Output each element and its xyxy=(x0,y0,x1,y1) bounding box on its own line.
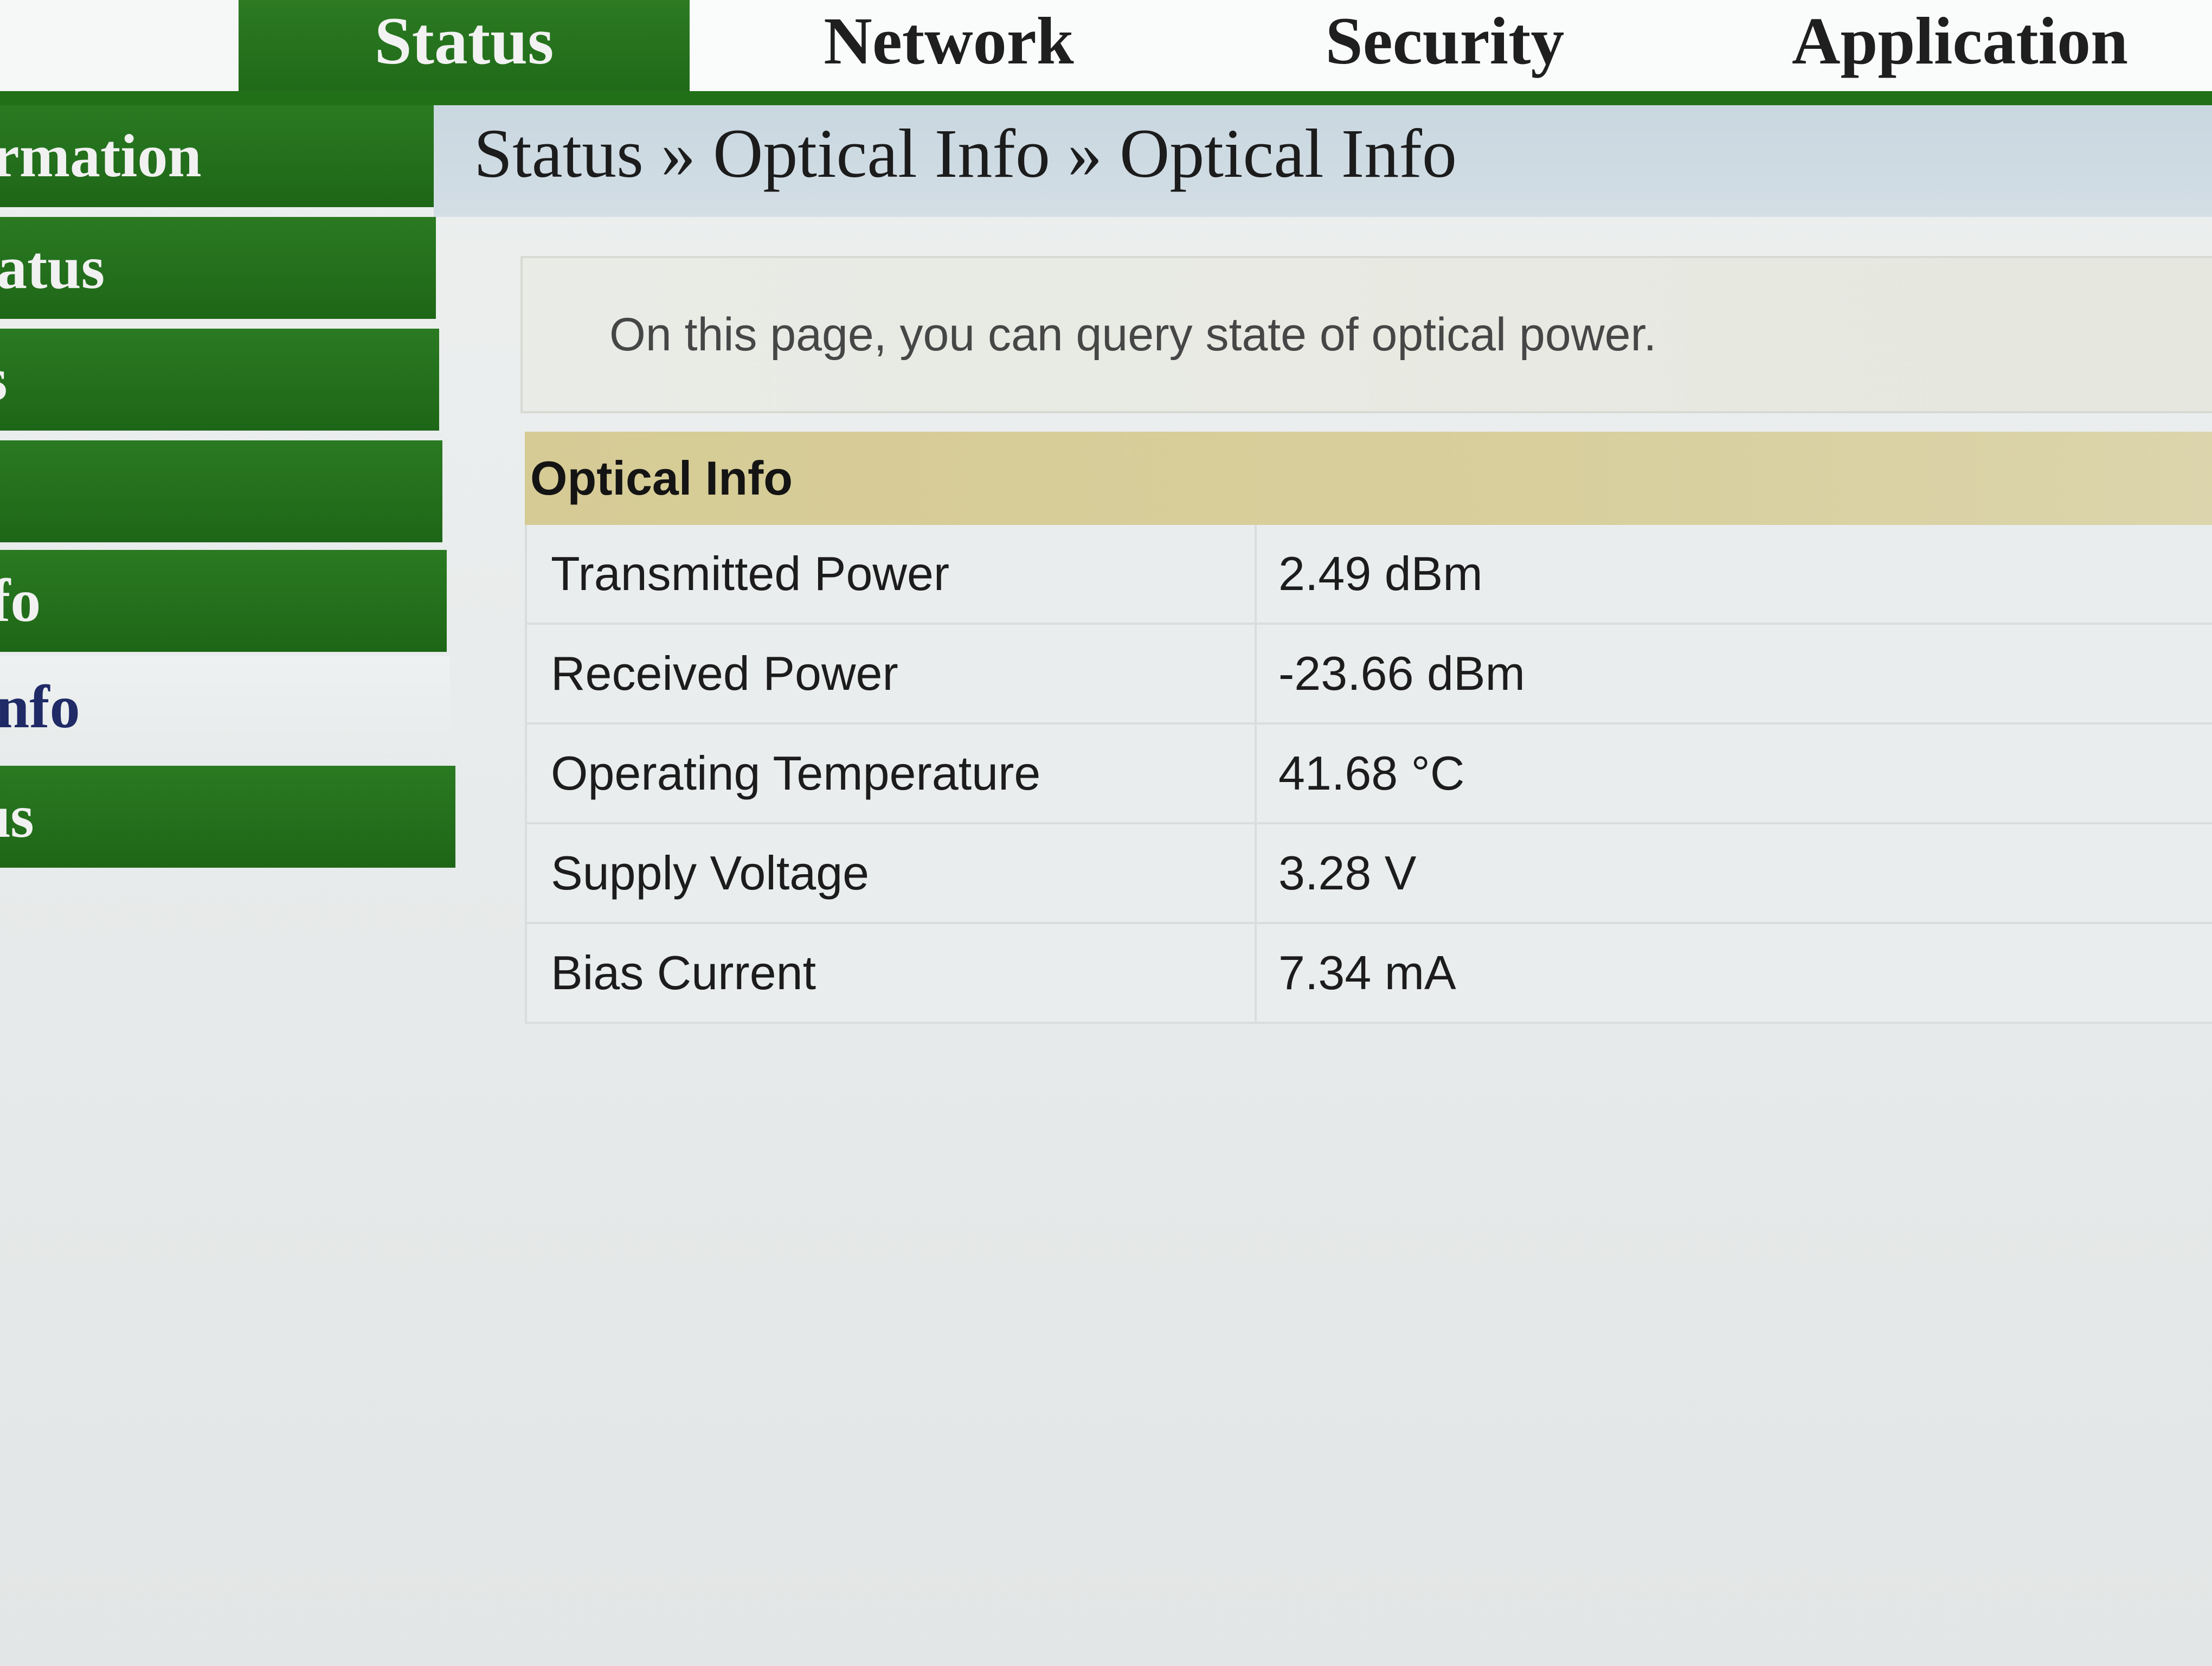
tab-network[interactable]: Network xyxy=(732,0,1166,93)
sidebar-item-info[interactable]: fo xyxy=(0,550,447,652)
sidebar-item-label: ıs xyxy=(0,783,34,850)
sidebar-item-7[interactable]: ıs xyxy=(0,766,455,868)
sidebar-item-label: rmation xyxy=(0,122,202,190)
sidebar-item-label: atus xyxy=(0,234,105,302)
row-value: -23.66 dBm xyxy=(1278,646,1525,700)
breadcrumb-text: Status » Optical Info » Optical Info xyxy=(474,114,1457,192)
table-title-text: Optical Info xyxy=(530,451,793,505)
sidebar-item-label: fo xyxy=(0,567,41,635)
breadcrumb: Status » Optical Info » Optical Info xyxy=(434,105,2212,217)
sidebar-item-3[interactable]: s xyxy=(0,329,439,431)
sidebar: rmation atus s fo nfo ıs xyxy=(0,105,455,875)
row-value: 3.28 V xyxy=(1278,846,1417,900)
table-row-bias-current: Bias Current 7.34 mA xyxy=(525,924,2212,1024)
tab-security[interactable]: Security xyxy=(1247,0,1643,93)
row-label: Supply Voltage xyxy=(525,824,1257,922)
row-value: 7.34 mA xyxy=(1278,946,1456,999)
table-title: Optical Info xyxy=(525,432,2212,525)
table-row-supply-voltage: Supply Voltage 3.28 V xyxy=(525,824,2212,924)
optical-info-table: Optical Info Transmitted Power 2.49 dBm … xyxy=(525,432,2212,1024)
nav-divider xyxy=(0,91,2212,105)
row-value: 2.49 dBm xyxy=(1278,547,1483,600)
row-label: Operating Temperature xyxy=(525,725,1257,822)
tab-status[interactable]: Status xyxy=(239,0,690,93)
page-description: On this page, you can query state of opt… xyxy=(520,256,2212,413)
page-description-text: On this page, you can query state of opt… xyxy=(609,308,1657,361)
sidebar-item-label: s xyxy=(0,345,8,415)
top-nav-blank xyxy=(0,0,239,102)
row-value: 41.68 °C xyxy=(1278,746,1465,800)
row-label: Bias Current xyxy=(525,924,1257,1022)
sidebar-item-status[interactable]: atus xyxy=(0,217,436,319)
top-navigation: Status Network Security Application xyxy=(0,0,2212,102)
row-label: Transmitted Power xyxy=(525,525,1257,623)
table-row-operating-temperature: Operating Temperature 41.68 °C xyxy=(525,725,2212,824)
table-row-received-power: Received Power -23.66 dBm xyxy=(525,625,2212,725)
table-row-transmitted-power: Transmitted Power 2.49 dBm xyxy=(525,525,2212,625)
tab-application[interactable]: Application xyxy=(1708,0,2212,93)
sidebar-item-optical-info[interactable]: nfo xyxy=(0,656,450,758)
sidebar-item-information[interactable]: rmation xyxy=(0,105,434,207)
sidebar-item-label: nfo xyxy=(0,673,80,741)
sidebar-item-4[interactable] xyxy=(0,440,442,542)
row-label: Received Power xyxy=(525,625,1257,722)
